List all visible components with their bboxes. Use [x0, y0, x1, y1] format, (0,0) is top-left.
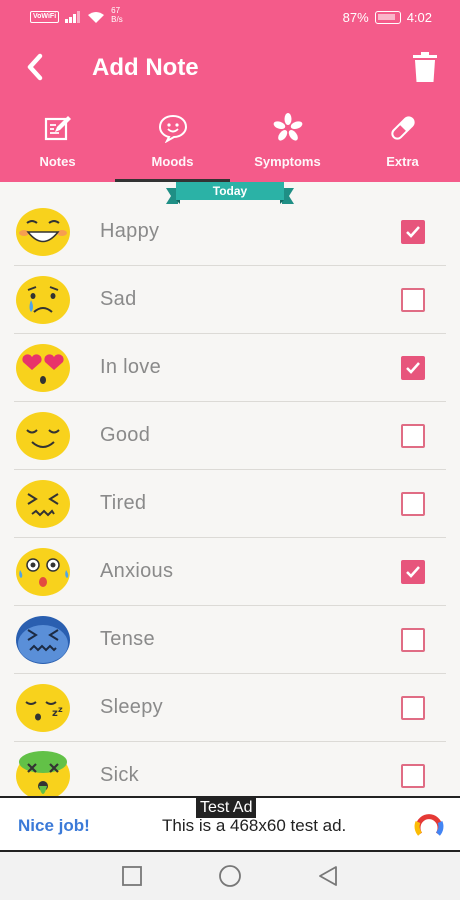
list-item[interactable]: Sad — [0, 266, 460, 334]
trash-icon — [413, 52, 437, 82]
pill-icon — [388, 112, 418, 144]
wifi-icon — [88, 11, 105, 23]
mood-checkbox[interactable] — [401, 492, 425, 516]
list-item[interactable]: Happy — [0, 198, 460, 266]
mood-checkbox[interactable] — [401, 356, 425, 380]
mood-label: Sick — [100, 764, 139, 786]
happy-face-icon — [16, 208, 70, 256]
heart-eyes-icon — [16, 344, 70, 392]
check-icon — [406, 362, 420, 374]
app-bar: Add Note — [0, 36, 460, 102]
sad-face-icon — [16, 276, 70, 324]
ad-choices-icon[interactable] — [414, 810, 444, 840]
tab-bar: Notes Moods Symptoms Extra — [0, 102, 460, 182]
check-icon — [406, 226, 420, 238]
status-left: VoWiFi 67 B/s — [30, 6, 123, 24]
tab-notes[interactable]: Notes — [0, 102, 115, 182]
clock: 4:02 — [406, 10, 432, 25]
navigation-bar — [0, 852, 460, 900]
battery-icon — [374, 11, 401, 24]
list-item[interactable]: Anxious — [0, 538, 460, 606]
ad-tag: Test Ad — [196, 798, 257, 818]
mood-checkbox[interactable] — [401, 288, 425, 312]
list-item[interactable]: In love — [0, 334, 460, 402]
tense-face-icon — [16, 616, 70, 664]
ad-text: This is a 468x60 test ad. — [162, 816, 347, 835]
list-item[interactable]: z z Sleepy — [0, 674, 460, 742]
date-ribbon: Today — [166, 182, 294, 206]
status-right: 87% 4:02 — [343, 10, 432, 25]
tab-label-extra: Extra — [386, 154, 419, 169]
list-item[interactable]: Tired — [0, 470, 460, 538]
status-bar: VoWiFi 67 B/s 87% 4:02 — [0, 0, 460, 36]
mood-checkbox[interactable] — [401, 424, 425, 448]
mood-checkbox[interactable] — [401, 628, 425, 652]
check-icon — [406, 566, 420, 578]
mood-label: Happy — [100, 220, 160, 242]
mood-label: Tense — [100, 628, 155, 650]
tab-extra[interactable]: Extra — [345, 102, 460, 182]
mood-label: Good — [100, 424, 151, 446]
sick-face-icon — [16, 751, 70, 800]
sleepy-face-icon: z z — [16, 684, 70, 732]
net-speed-value: 67 — [111, 6, 121, 15]
tab-label-moods: Moods — [151, 154, 194, 169]
tab-symptoms[interactable]: Symptoms — [230, 102, 345, 182]
back-triangle-icon[interactable] — [316, 864, 340, 888]
flower-icon — [273, 112, 303, 144]
vowifi-badge: VoWiFi — [30, 11, 60, 23]
home-icon[interactable] — [218, 864, 242, 888]
ad-left-text: Nice job! — [18, 816, 90, 835]
mood-checkbox[interactable] — [401, 696, 425, 720]
delete-button[interactable] — [408, 48, 442, 86]
net-speed: 67 B/s — [111, 6, 123, 24]
mood-label: In love — [100, 356, 162, 378]
tired-face-icon — [16, 480, 70, 528]
mood-label: Anxious — [100, 560, 174, 582]
mood-label: Tired — [100, 492, 147, 514]
tab-label-symptoms: Symptoms — [254, 154, 321, 169]
content-face-icon — [16, 412, 70, 460]
back-button[interactable] — [18, 50, 52, 84]
signal-icon — [65, 11, 81, 23]
tab-label-notes: Notes — [39, 154, 76, 169]
mood-checkbox[interactable] — [401, 764, 425, 788]
recent-apps-icon[interactable] — [120, 864, 144, 888]
tab-moods[interactable]: Moods — [115, 102, 230, 182]
chevron-left-icon — [27, 53, 43, 81]
speech-smile-icon — [158, 112, 188, 144]
mood-checkbox[interactable] — [401, 560, 425, 584]
date-label: Today — [212, 184, 248, 198]
svg-text:z: z — [58, 705, 63, 714]
mood-label: Sad — [100, 288, 137, 310]
mood-label: Sleepy — [100, 696, 163, 718]
net-speed-unit: B/s — [111, 15, 123, 24]
edit-icon — [43, 112, 73, 144]
list-item[interactable]: Tense — [0, 606, 460, 674]
list-item[interactable]: Good — [0, 402, 460, 470]
page-title: Add Note — [92, 54, 199, 81]
mood-checkbox[interactable] — [401, 220, 425, 244]
anxious-face-icon — [16, 548, 70, 596]
battery-percent: 87% — [342, 10, 369, 25]
